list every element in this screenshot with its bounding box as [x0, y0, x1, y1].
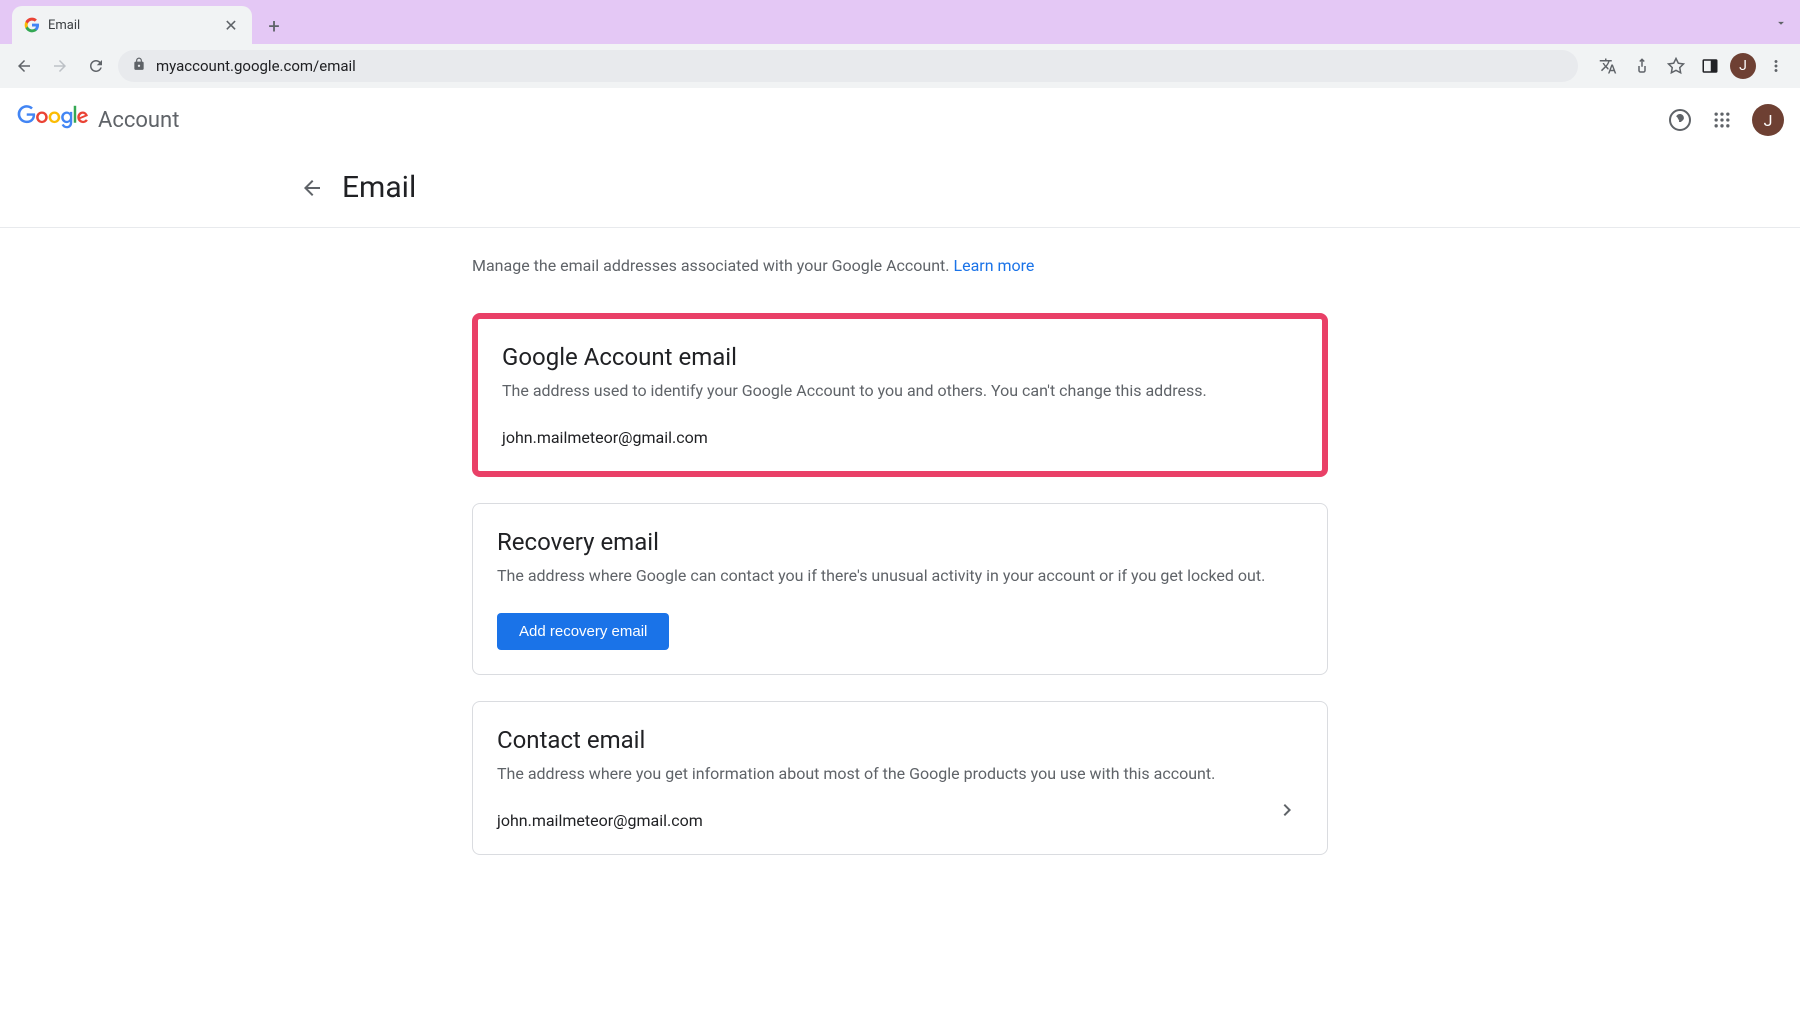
app-header: Account J [0, 88, 1800, 152]
new-tab-button[interactable]: + [260, 12, 288, 40]
side-panel-icon[interactable] [1696, 52, 1724, 80]
google-favicon-icon [24, 17, 40, 33]
contact-email-card[interactable]: Contact email The address where you get … [472, 701, 1328, 855]
card-title: Contact email [497, 726, 1303, 754]
share-icon[interactable] [1628, 52, 1656, 80]
card-subtitle: The address where Google can contact you… [497, 566, 1303, 585]
page-title-row: Email [0, 152, 1800, 228]
browser-tab-strip: Email ✕ + [0, 0, 1800, 44]
learn-more-link[interactable]: Learn more [953, 256, 1034, 275]
menu-icon[interactable] [1762, 52, 1790, 80]
help-icon[interactable] [1668, 108, 1692, 132]
bookmark-icon[interactable] [1662, 52, 1690, 80]
back-button[interactable] [10, 52, 38, 80]
account-email-card: Google Account email The address used to… [472, 313, 1328, 477]
chevron-right-icon [1275, 798, 1299, 826]
page-description: Manage the email addresses associated wi… [472, 256, 1328, 275]
close-tab-icon[interactable]: ✕ [222, 16, 240, 35]
add-recovery-email-button[interactable]: Add recovery email [497, 613, 669, 650]
card-title: Recovery email [497, 528, 1303, 556]
forward-button[interactable] [46, 52, 74, 80]
contact-email-value: john.mailmeteor@gmail.com [497, 811, 1303, 830]
header-actions: J [1668, 104, 1784, 136]
page-title: Email [342, 170, 416, 205]
url-text: myaccount.google.com/email [156, 57, 356, 75]
browser-toolbar: myaccount.google.com/email J [0, 44, 1800, 88]
tab-title: Email [48, 18, 222, 33]
card-title: Google Account email [502, 343, 1298, 371]
browser-tab[interactable]: Email ✕ [12, 6, 252, 44]
product-name: Account [98, 108, 179, 133]
browser-profile-avatar[interactable]: J [1730, 53, 1756, 79]
account-email-value: john.mailmeteor@gmail.com [502, 428, 1298, 447]
back-arrow-button[interactable] [300, 176, 324, 200]
tabs-dropdown-icon[interactable] [1774, 15, 1788, 34]
google-logo-icon [16, 105, 90, 135]
reload-button[interactable] [82, 52, 110, 80]
description-text: Manage the email addresses associated wi… [472, 256, 953, 275]
lock-icon [132, 57, 146, 75]
translate-icon[interactable] [1594, 52, 1622, 80]
address-bar[interactable]: myaccount.google.com/email [118, 50, 1578, 82]
account-avatar[interactable]: J [1752, 104, 1784, 136]
logo-area[interactable]: Account [16, 105, 179, 135]
card-subtitle: The address where you get information ab… [497, 764, 1303, 783]
toolbar-right: J [1594, 52, 1790, 80]
main-content: Manage the email addresses associated wi… [472, 228, 1328, 921]
apps-grid-icon[interactable] [1710, 108, 1734, 132]
recovery-email-card: Recovery email The address where Google … [472, 503, 1328, 675]
card-subtitle: The address used to identify your Google… [502, 381, 1298, 400]
